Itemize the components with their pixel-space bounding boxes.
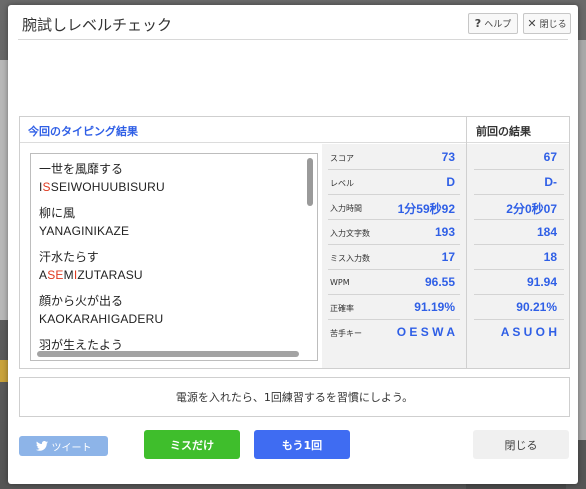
- stat-current-value: 193: [434, 225, 455, 239]
- level-check-modal: 腕試しレベルチェック ? ヘルプ ✕ 閉じる 今回のタイピング結果 前回の結果 …: [8, 5, 578, 484]
- word-romaji: KAOKARAHIGADERU: [39, 312, 164, 326]
- stat-previous-value: 18: [543, 250, 557, 264]
- close-dialog-button[interactable]: 閉じる: [473, 430, 569, 459]
- stat-row-weak-keys: 苦手キー O E S W A A S U O H: [322, 320, 569, 345]
- horizontal-scrollbar[interactable]: [37, 351, 299, 357]
- word-japanese: 汗水たらす: [39, 250, 99, 264]
- word-japanese: 顔から火が出る: [39, 294, 124, 308]
- word-item: 顔から火が出る KAOKARAHIGADERU: [39, 294, 163, 327]
- stat-row-accuracy: 正確率 91.19% 90.21%: [322, 295, 569, 320]
- stat-previous-value: 91.94: [526, 275, 557, 289]
- results-panel: 今回のタイピング結果 前回の結果 一世を風靡する ISSEIWOHUUBISUR…: [19, 116, 570, 369]
- stat-label: ミス入力数: [330, 254, 370, 263]
- stat-previous-value: A S U O H: [500, 325, 557, 339]
- tweet-button-label: ツイート: [51, 442, 92, 454]
- stat-previous-value: 184: [536, 225, 557, 239]
- miss-only-button[interactable]: ミスだけ: [144, 430, 240, 459]
- stat-current-value: O E S W A: [396, 325, 455, 339]
- question-icon: ?: [474, 17, 482, 30]
- word-japanese: 柳に風: [39, 206, 76, 220]
- stat-current-value: 1分59秒92: [397, 202, 455, 216]
- stat-previous-value: D-: [544, 175, 557, 189]
- miss-char: SE: [47, 268, 64, 282]
- stat-current-value: D: [446, 175, 455, 189]
- vertical-scrollbar[interactable]: [307, 158, 313, 206]
- tweet-button[interactable]: ツイート: [19, 436, 108, 456]
- stat-previous-value: 67: [543, 150, 557, 164]
- stat-row-input-time: 入力時間 1分59秒92 2分0秒07: [322, 195, 569, 220]
- twitter-bird-icon: [35, 441, 48, 451]
- word-item: 汗水たらす ASEMIZUTARASU: [39, 250, 143, 283]
- stat-current-value: 96.55: [424, 275, 455, 289]
- stat-label: 苦手キー: [330, 329, 362, 338]
- stat-label: 入力時間: [330, 204, 362, 213]
- typed-words-list[interactable]: 一世を風靡する ISSEIWOHUUBISURU 柳に風 YANAGINIKAZ…: [30, 153, 318, 361]
- header-divider: [18, 39, 568, 40]
- modal-title: 腕試しレベルチェック: [22, 16, 173, 34]
- stat-row-score: スコア 73 67: [322, 145, 569, 170]
- word-item: 一世を風靡する ISSEIWOHUUBISURU: [39, 162, 165, 195]
- stat-label: 正確率: [330, 304, 354, 313]
- current-results-title: 今回のタイピング結果: [28, 125, 138, 138]
- word-romaji: YANAGINIKAZE: [39, 224, 130, 238]
- retry-button[interactable]: もう1回: [254, 430, 350, 459]
- close-icon: ✕: [527, 17, 537, 30]
- word-romaji: ISSEIWOHUUBISURU: [39, 180, 165, 194]
- stat-row-miss-count: ミス入力数 17 18: [322, 245, 569, 270]
- stat-current-value: 73: [441, 150, 455, 164]
- close-button-label: 閉じる: [539, 20, 567, 30]
- stat-row-level: レベル D D-: [322, 170, 569, 195]
- stat-label: WPM: [330, 278, 350, 287]
- stat-previous-value: 2分0秒07: [506, 202, 557, 216]
- stat-row-wpm: WPM 96.55 91.94: [322, 270, 569, 295]
- stat-current-value: 17: [441, 250, 455, 264]
- stat-label: スコア: [330, 154, 354, 163]
- stat-row-char-count: 入力文字数 193 184: [322, 220, 569, 245]
- word-japanese: 一世を風靡する: [39, 162, 124, 176]
- word-item: 柳に風 YANAGINIKAZE: [39, 206, 129, 239]
- stat-label: レベル: [330, 179, 354, 188]
- help-button[interactable]: ? ヘルプ: [468, 13, 518, 34]
- word-romaji: ASEMIZUTARASU: [39, 268, 143, 282]
- help-button-label: ヘルプ: [484, 20, 512, 30]
- stat-current-value: 91.19%: [414, 300, 455, 314]
- miss-char: S: [42, 180, 51, 194]
- advice-message: 電源を入れたら、1回練習するを習慣にしよう。: [19, 377, 570, 417]
- close-button[interactable]: ✕ 閉じる: [523, 13, 571, 34]
- previous-results-title: 前回の結果: [476, 125, 531, 138]
- stat-previous-value: 90.21%: [516, 300, 557, 314]
- stat-label: 入力文字数: [330, 229, 370, 238]
- results-header: 今回のタイピング結果 前回の結果: [20, 117, 569, 143]
